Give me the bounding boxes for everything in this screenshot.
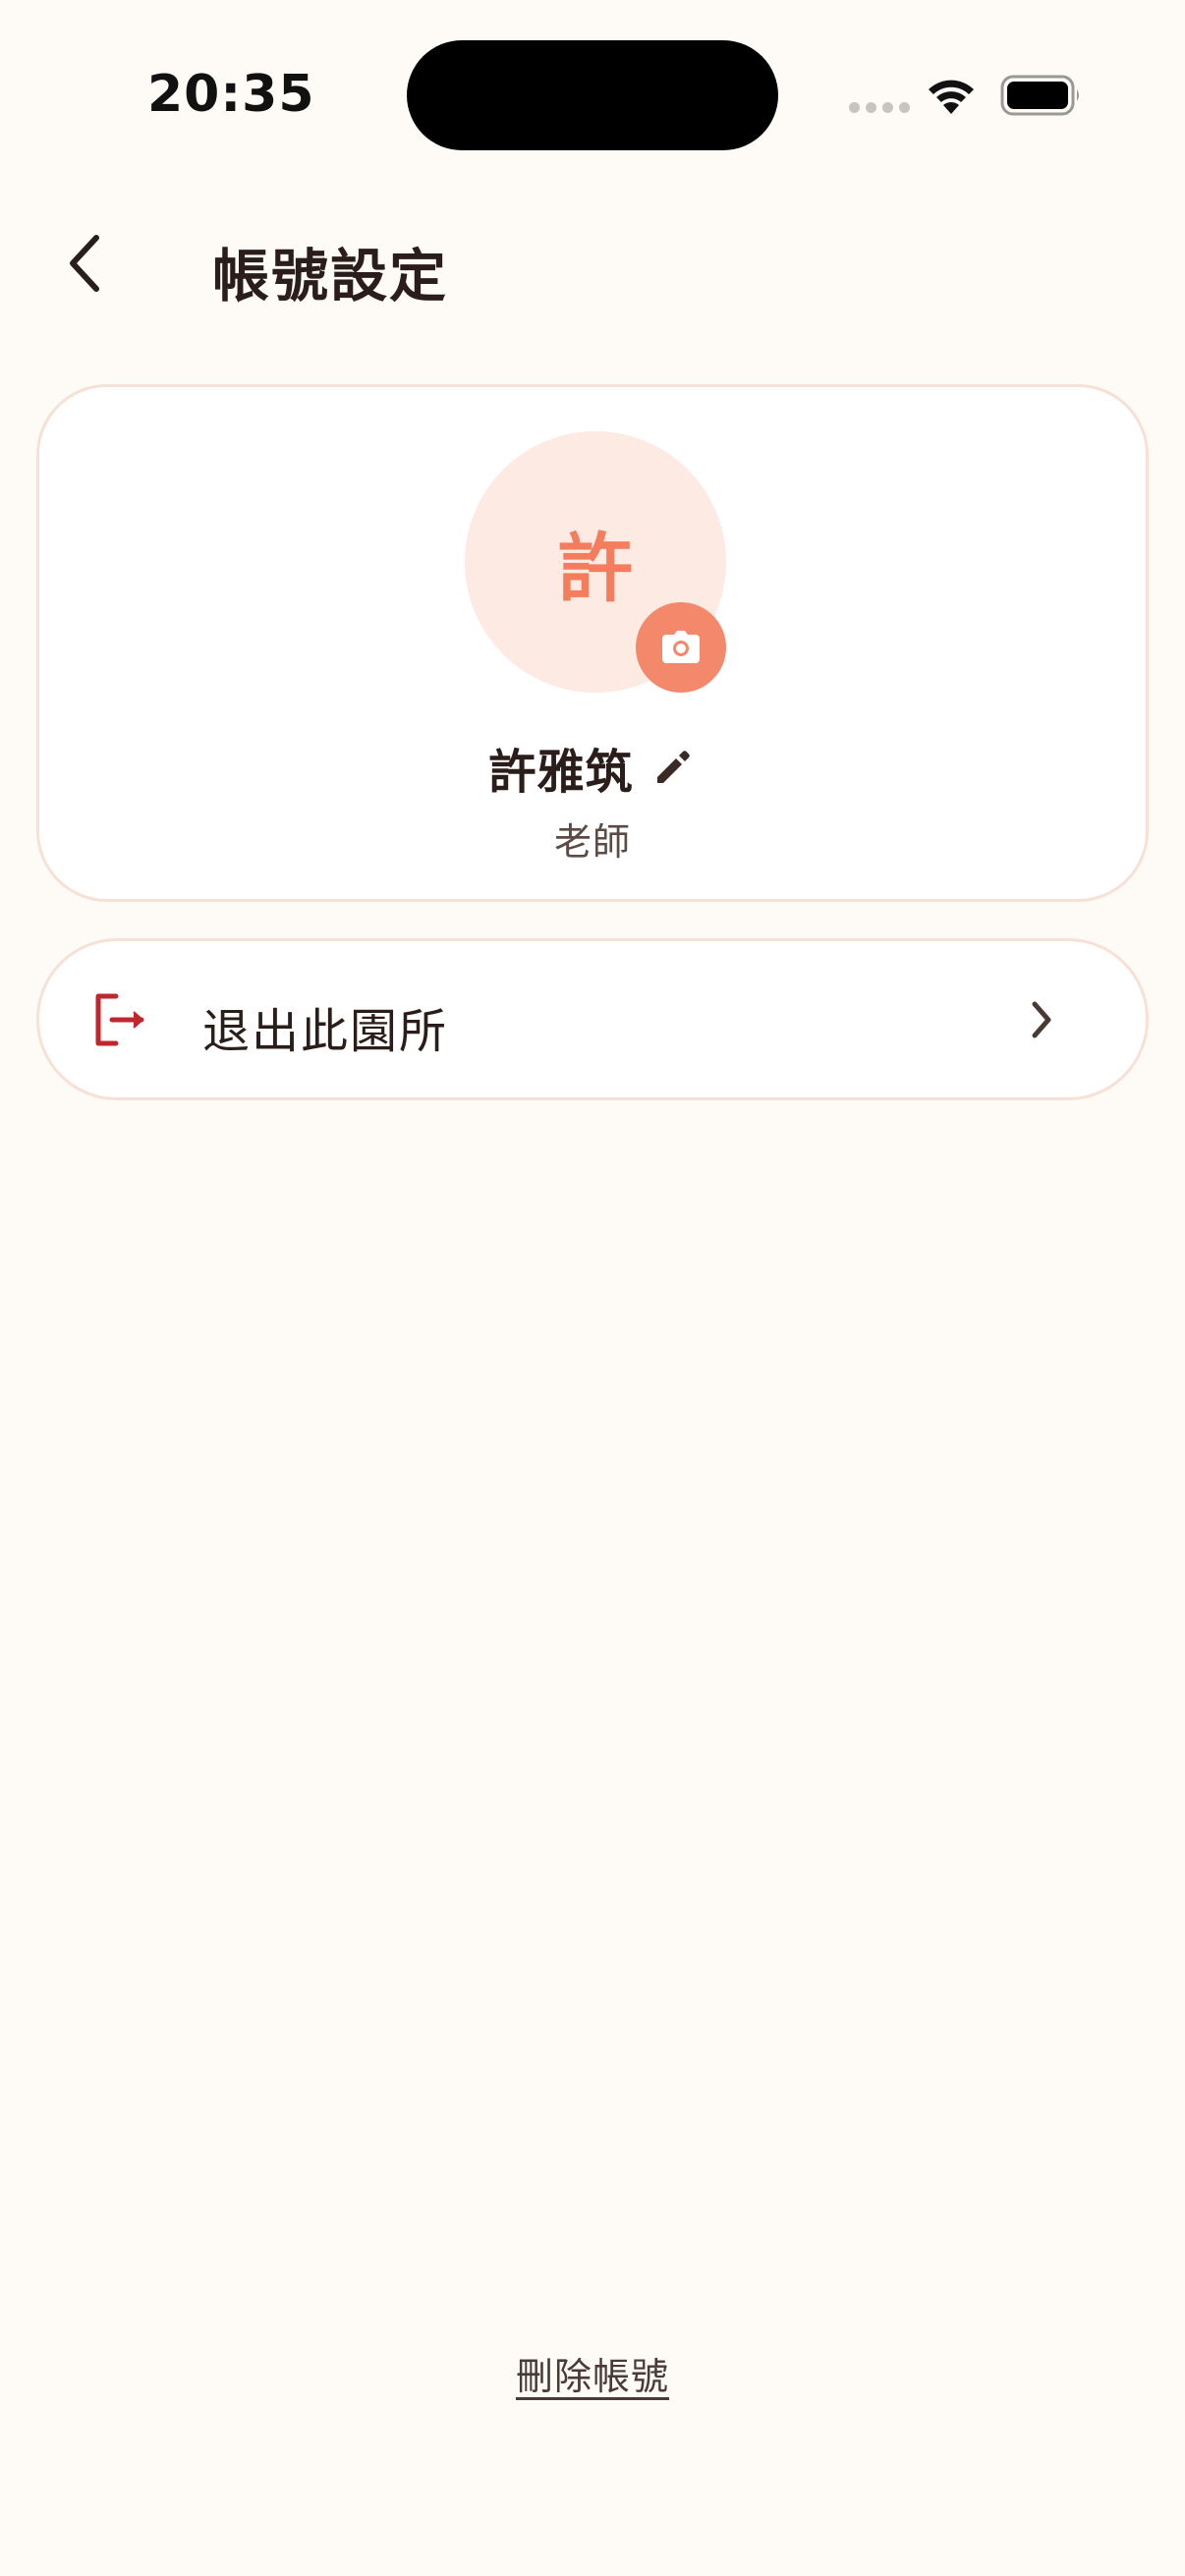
profile-card: 許 許雅筑 老師 [36, 384, 1149, 902]
status-time: 20:35 [147, 65, 315, 124]
user-role: 老師 [553, 820, 631, 864]
delete-account-label: 刪除帳號 [515, 2355, 669, 2398]
leave-kindergarten-label: 退出此園所 [202, 1004, 449, 1059]
account-settings-screen: 20:35 帳號設定 許 許雅筑 老師 退出此園所 刪除帳號 [0, 0, 1185, 2576]
leave-kindergarten-button[interactable]: 退出此園所 [36, 938, 1149, 1100]
wifi-icon [929, 80, 974, 114]
name-row: 許雅筑 [39, 733, 1146, 802]
pencil-icon [656, 751, 690, 783]
chevron-right-icon [1032, 1001, 1051, 1038]
battery-icon [1000, 75, 1079, 116]
edit-name-button[interactable] [649, 744, 697, 791]
dynamic-island [407, 40, 778, 150]
camera-icon [662, 631, 700, 663]
page-title: 帳號設定 [212, 243, 449, 309]
delete-account-link[interactable]: 刪除帳號 [0, 2346, 1185, 2400]
cellular-signal-icon [849, 102, 910, 113]
logout-icon [95, 993, 144, 1046]
chevron-left-icon [70, 235, 99, 292]
avatar-initial: 許 [558, 525, 633, 612]
user-name: 許雅筑 [488, 745, 634, 800]
back-button[interactable] [45, 224, 124, 303]
change-photo-button[interactable] [636, 602, 726, 693]
